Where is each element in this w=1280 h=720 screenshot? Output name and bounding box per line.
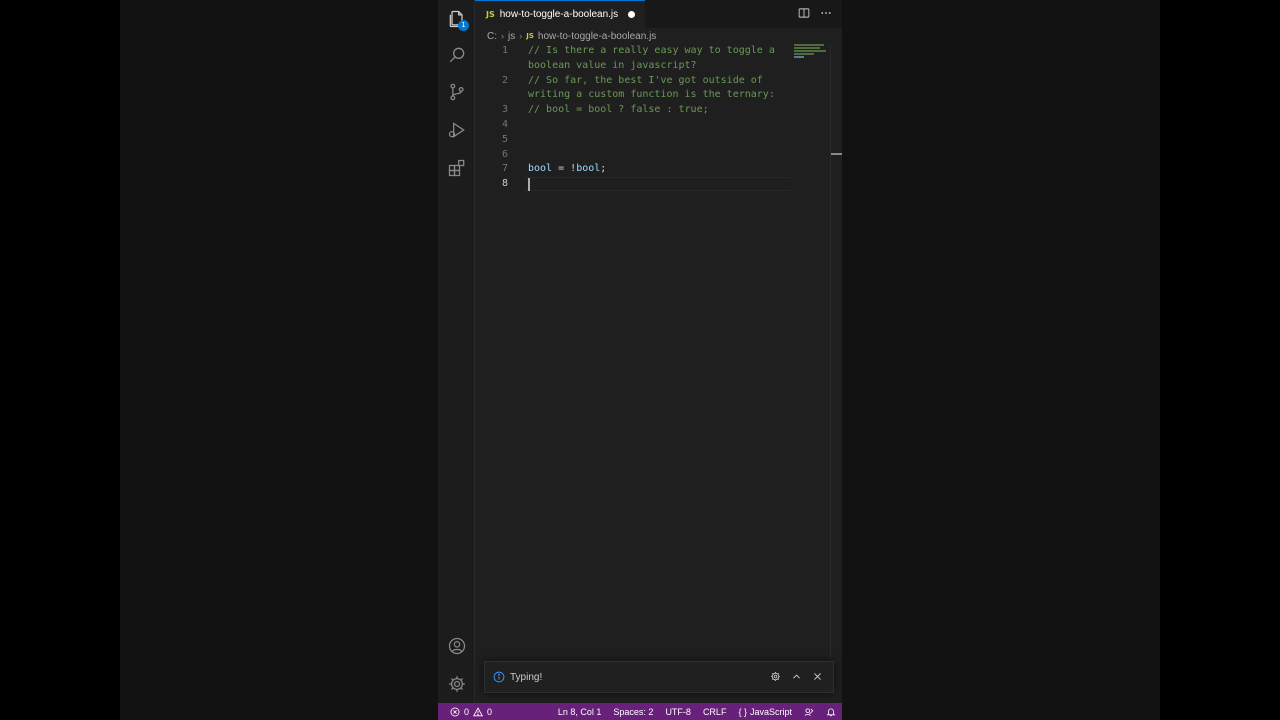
notification-toast: Typing! [484, 661, 834, 693]
tab-title: how-to-toggle-a-boolean.js [499, 9, 619, 20]
line-number: 8 [501, 178, 508, 190]
scrollbar-cursor-marker [831, 153, 842, 155]
line-number: 3 [501, 104, 508, 116]
code-text: // So far, the best I've got outside of [528, 74, 763, 89]
code-token: bool [576, 163, 601, 175]
warning-icon [473, 706, 484, 716]
language-label: JavaScript [749, 706, 792, 717]
vscode-window: 1 JS how-to-toggle-a-boolean.js C: › js … [438, 0, 842, 720]
chevron-up-icon[interactable] [791, 671, 802, 682]
code-line[interactable]: 6 [475, 148, 795, 162]
code-text: bool = !bool; [528, 162, 606, 177]
letterbox-left [0, 0, 120, 720]
breadcrumb: C: › js › JS how-to-toggle-a-boolean.js [487, 29, 656, 43]
language-mode[interactable]: { } JavaScript [738, 707, 792, 717]
feedback-icon[interactable] [804, 707, 814, 717]
extensions-icon[interactable] [446, 157, 468, 179]
line-number: 2 [501, 74, 508, 86]
code-line[interactable]: boolean value in javascript? [475, 59, 795, 73]
line-number: 5 [501, 133, 508, 145]
editor-tab[interactable]: JS how-to-toggle-a-boolean.js [475, 0, 645, 28]
code-token: writing a custom function is the ternary… [528, 89, 775, 101]
breadcrumb-drive[interactable]: C: [487, 31, 497, 42]
code-token: // bool = bool ? false : true; [528, 104, 709, 116]
chevron-right-icon: › [501, 31, 504, 41]
line-number: 4 [501, 119, 508, 130]
error-icon [450, 707, 460, 716]
breadcrumb-file[interactable]: how-to-toggle-a-boolean.js [538, 31, 656, 42]
info-icon [493, 671, 505, 683]
chevron-right-icon: › [519, 31, 523, 41]
code-text: boolean value in javascript? [528, 59, 697, 74]
source-control-icon[interactable] [446, 81, 468, 103]
code-text: // Is there a really easy way to toggle … [528, 44, 775, 59]
code-line[interactable]: 7 bool = !bool; [475, 162, 795, 176]
tab-actions [798, 7, 832, 19]
indentation[interactable]: Spaces: 2 [613, 707, 653, 717]
scrollbar-track[interactable] [830, 44, 831, 659]
code-editor[interactable]: 1 // Is there a really easy way to toggle… [475, 44, 842, 659]
run-debug-icon[interactable] [446, 119, 468, 141]
code-line[interactable]: 4 [475, 118, 795, 132]
code-line[interactable]: 3 // bool = bool ? false : true; [475, 103, 795, 117]
code-line[interactable]: 8 [475, 177, 795, 191]
code-token: = ! [552, 163, 577, 175]
notification-actions [770, 671, 823, 682]
code-token: boolean value in javascript? [528, 59, 697, 71]
code-text: // bool = bool ? false : true; [528, 103, 709, 118]
code-line[interactable]: 2 // So far, the best I've got outside of [475, 74, 795, 88]
notification-message: Typing! [510, 671, 543, 683]
line-number: 7 [501, 163, 508, 175]
js-file-icon: JS [526, 32, 534, 40]
code-token: // So far, the best I've got outside of [528, 74, 763, 86]
problems-indicator[interactable]: 0 0 [438, 707, 492, 717]
settings-gear-icon[interactable] [446, 673, 468, 695]
code-line[interactable]: 5 [475, 133, 795, 147]
letterbox-inner-left [120, 0, 438, 720]
encoding[interactable]: UTF-8 [665, 707, 691, 717]
unsaved-dot-icon[interactable] [628, 11, 636, 18]
bell-icon[interactable] [826, 707, 836, 717]
cursor-position[interactable]: Ln 8, Col 1 [558, 707, 602, 717]
notification-settings-gear-icon[interactable] [770, 671, 781, 682]
explorer-badge: 1 [458, 20, 469, 31]
close-icon[interactable] [812, 671, 823, 682]
breadcrumb-folder[interactable]: js [508, 31, 515, 42]
braces-icon: { } [738, 706, 747, 717]
code-token: // Is there a really easy way to toggle … [528, 45, 775, 56]
code-token: ; [600, 163, 607, 175]
code-line[interactable]: 1 // Is there a really easy way to toggle… [475, 44, 795, 58]
letterbox-right [1160, 0, 1280, 720]
line-number: 1 [501, 45, 508, 56]
line-number: 6 [501, 148, 508, 160]
code-token: bool [528, 163, 553, 175]
code-line[interactable]: writing a custom function is the ternary… [475, 88, 795, 102]
activity-bar: 1 [438, 0, 475, 703]
code-text: writing a custom function is the ternary… [528, 88, 775, 103]
account-icon[interactable] [446, 635, 468, 657]
minimap[interactable] [794, 44, 828, 64]
split-editor-icon[interactable] [798, 7, 810, 19]
status-bar: 0 0 Ln 8, Col 1 Spaces: 2 UTF-8 CRLF { }… [438, 703, 842, 720]
search-icon[interactable] [446, 44, 468, 66]
more-actions-icon[interactable] [820, 7, 832, 19]
js-file-icon: JS [486, 10, 495, 19]
warning-count: 0 [487, 706, 493, 717]
text-cursor [528, 177, 530, 191]
error-count: 0 [464, 706, 470, 717]
status-bar-right: Ln 8, Col 1 Spaces: 2 UTF-8 CRLF { } Jav… [558, 703, 836, 720]
letterbox-inner-right [842, 0, 1160, 720]
line-ending[interactable]: CRLF [703, 707, 727, 717]
tab-bar: JS how-to-toggle-a-boolean.js [475, 0, 842, 28]
